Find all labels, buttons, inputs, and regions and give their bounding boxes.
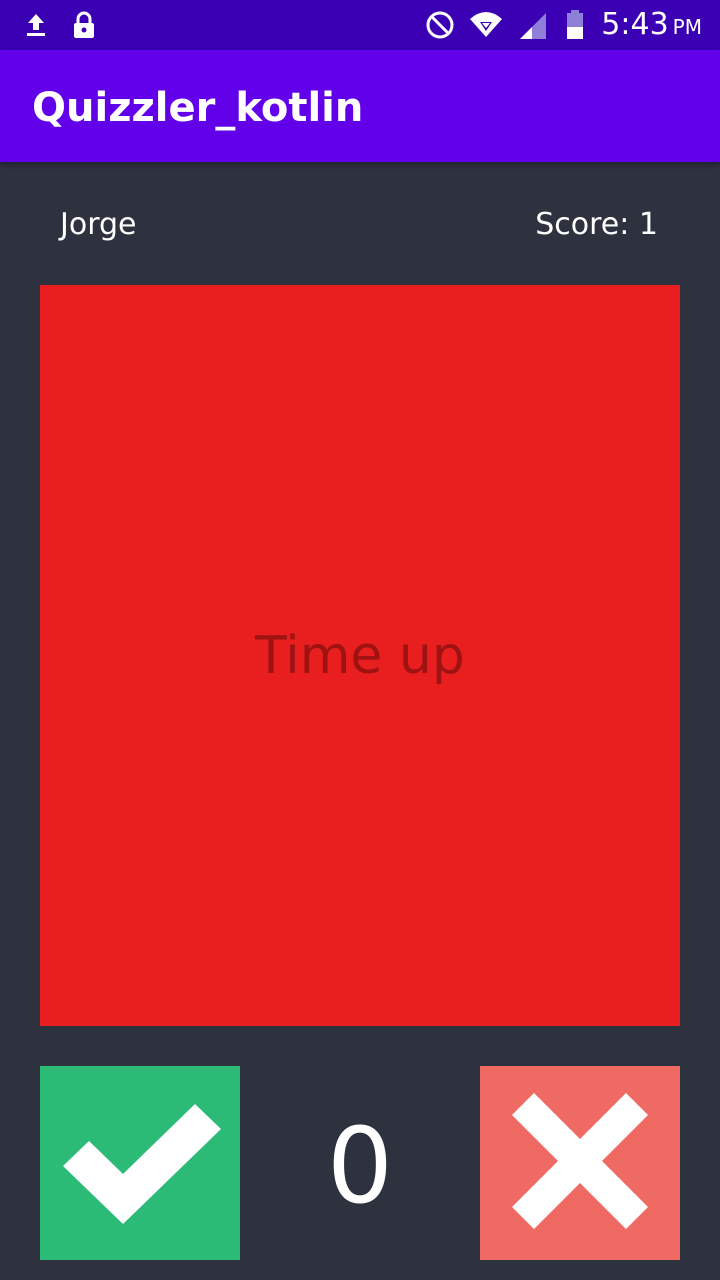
player-name: Jorge: [60, 207, 137, 242]
lock-icon: [68, 9, 100, 41]
checkmark-icon: [55, 1096, 225, 1230]
signal-icon: [516, 9, 548, 41]
false-button[interactable]: [480, 1066, 680, 1260]
question-card: Time up: [40, 285, 680, 1026]
do-not-disturb-icon: [424, 9, 456, 41]
score-label: Score: 1: [535, 207, 658, 242]
timer-value: 0: [326, 1105, 394, 1227]
question-text: Time up: [255, 625, 465, 686]
status-time-value: 5:43: [601, 7, 669, 42]
app-title: Quizzler_kotlin: [32, 85, 364, 131]
wifi-icon: [468, 9, 504, 41]
status-ampm: PM: [672, 15, 702, 39]
true-button[interactable]: [40, 1066, 240, 1260]
upload-icon: [20, 9, 52, 41]
status-clock: 5:43 PM: [601, 6, 702, 46]
app-bar: Quizzler_kotlin: [0, 50, 720, 162]
status-bar: 5:43 PM: [0, 0, 720, 50]
cross-icon: [510, 1091, 650, 1235]
battery-icon: [564, 9, 586, 41]
